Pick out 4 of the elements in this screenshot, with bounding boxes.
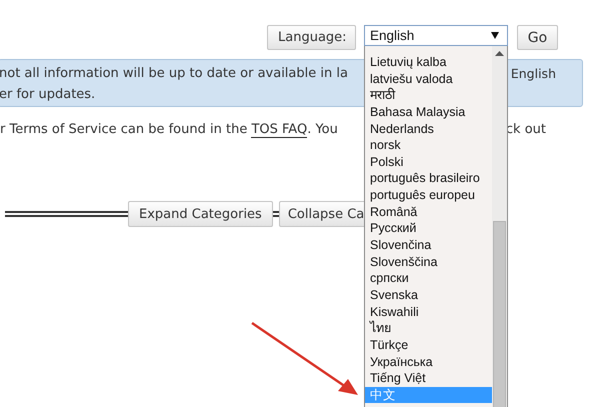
notice-text: er for updates. <box>0 86 96 104</box>
tos-text: r Terms of Service can be found in the TOS FAQ. You <box>0 121 338 140</box>
notice-text: English <box>510 65 556 83</box>
notice-text: not all information will be up to date or available in la <box>0 65 348 83</box>
